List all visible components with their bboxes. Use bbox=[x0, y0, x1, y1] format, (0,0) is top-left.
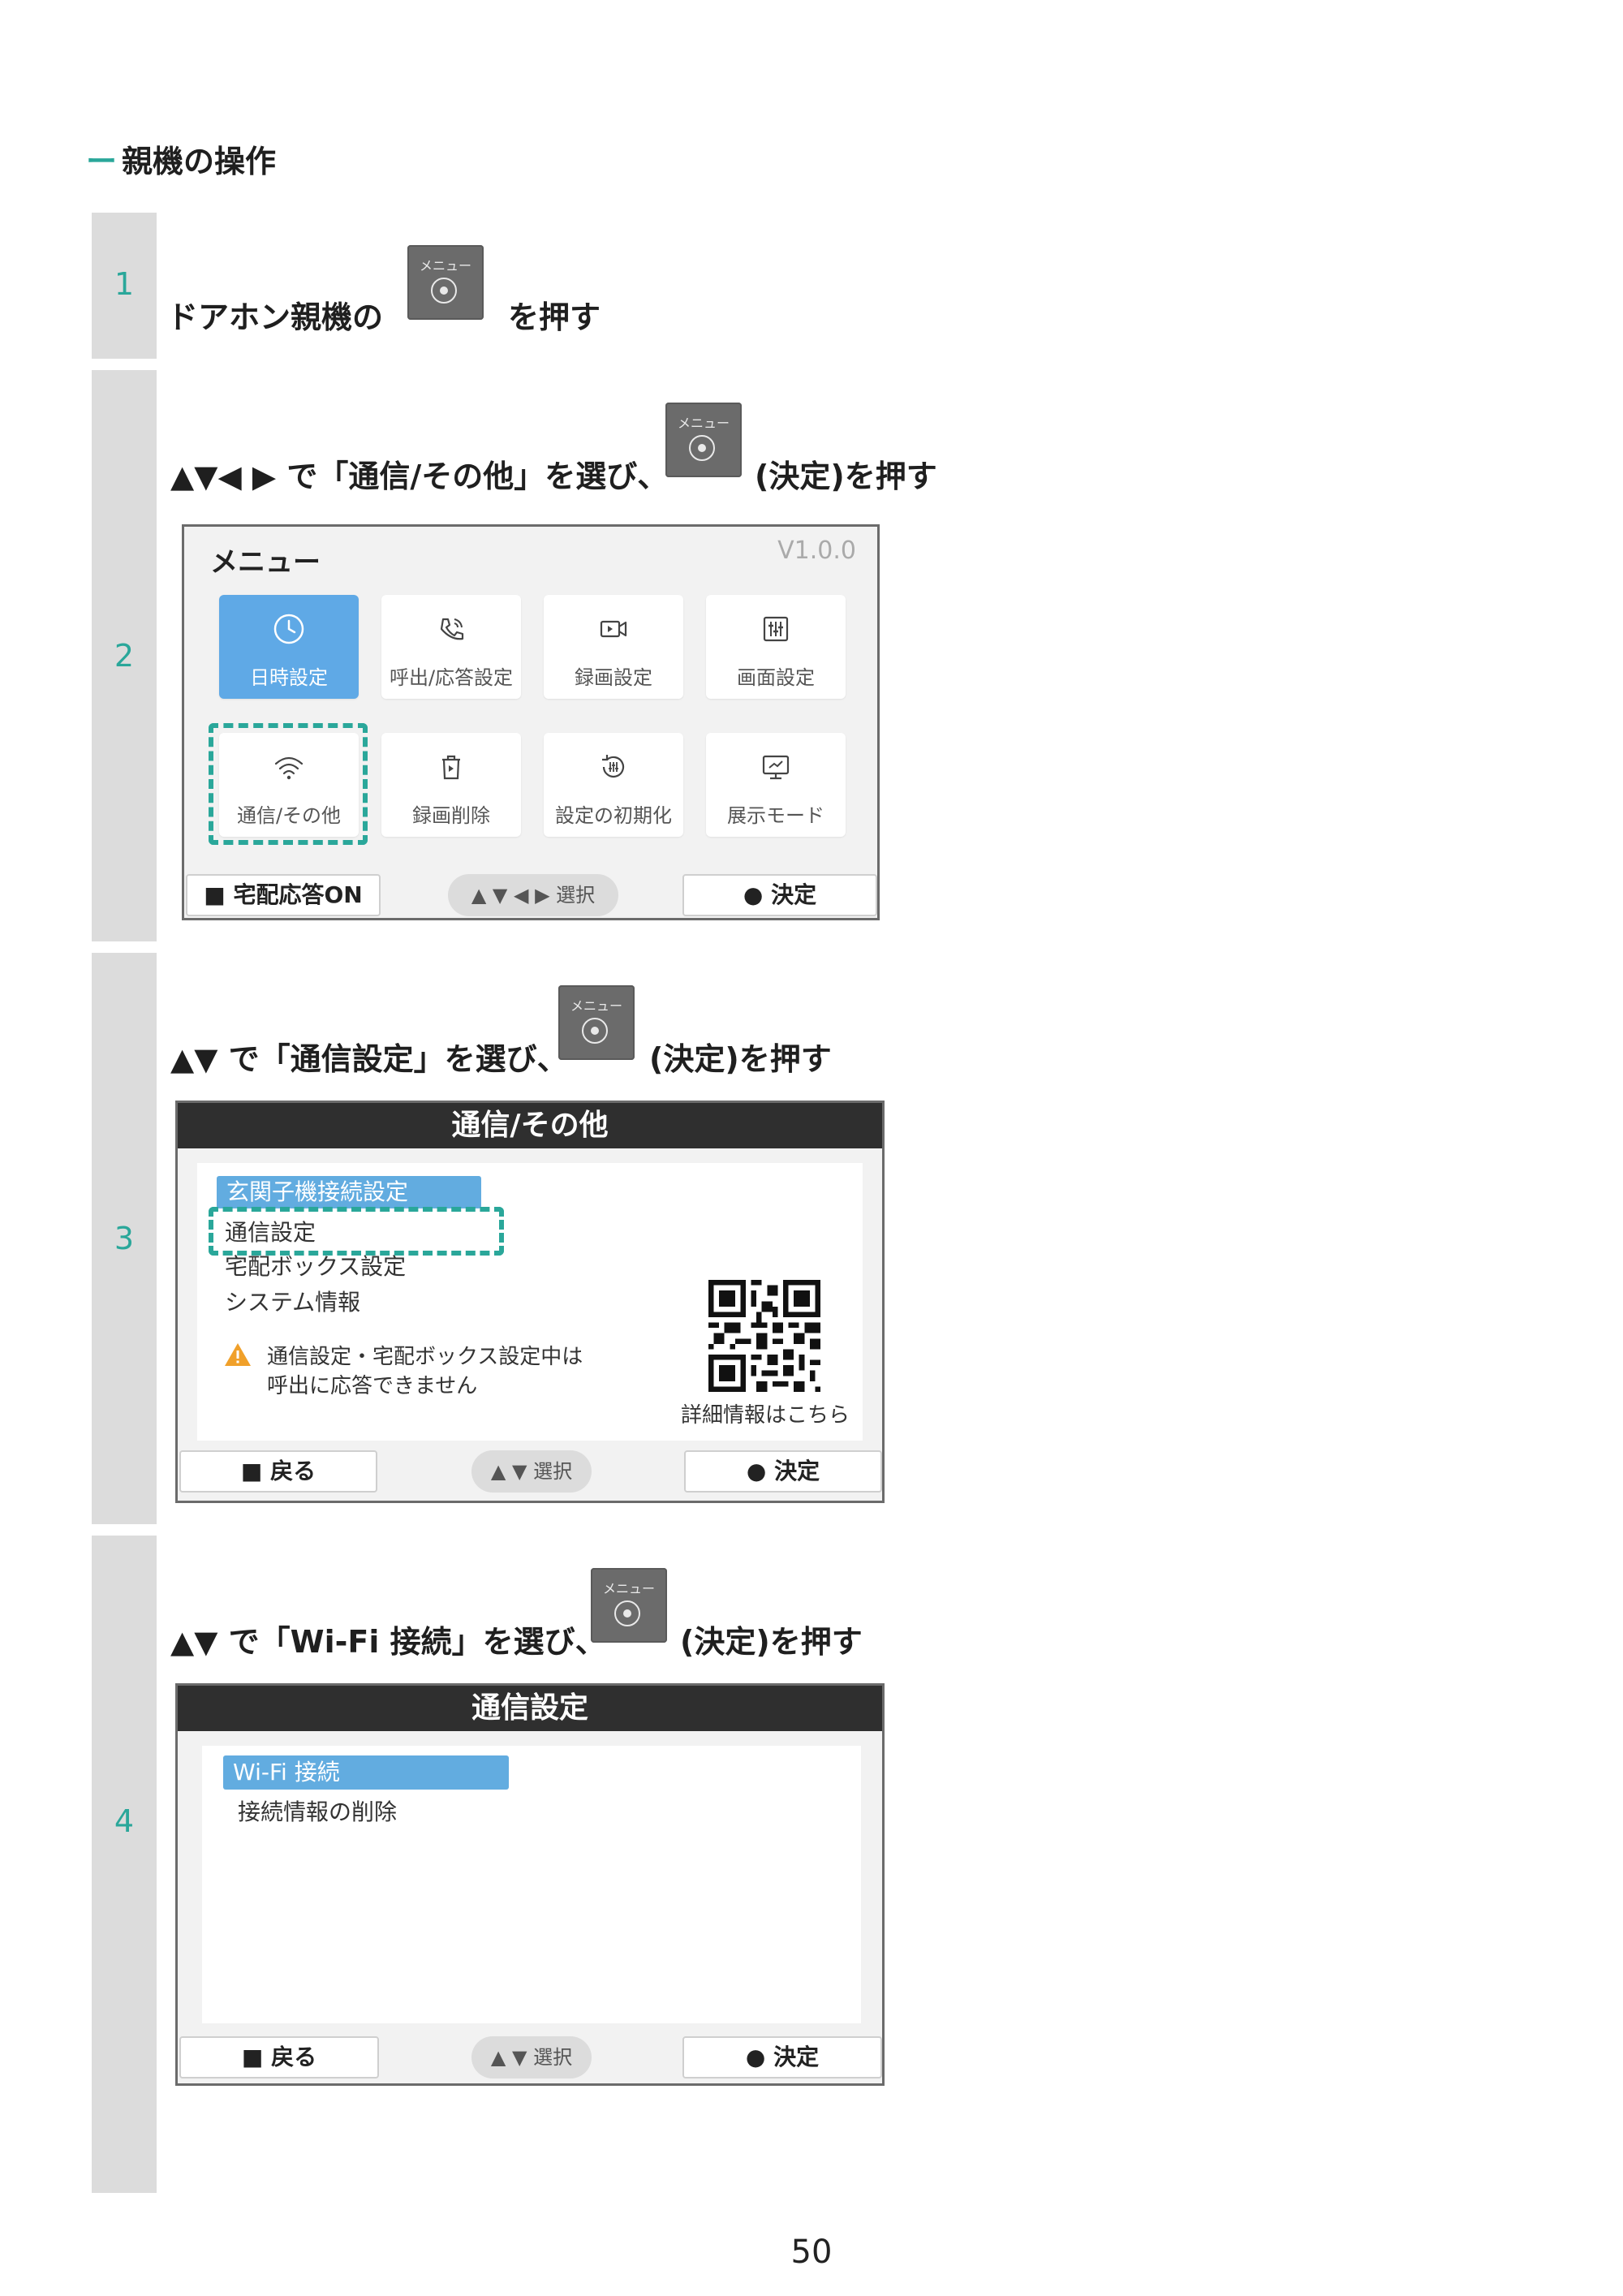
reset-icon bbox=[602, 755, 625, 778]
qr-caption: 詳細情報はこちら bbox=[681, 1403, 850, 1428]
menu-button-ring bbox=[431, 278, 457, 304]
menu-screen: メニュー V1.0.0 日時設定 呼出/応答設定 録画設定 画面設定 通信/その… bbox=[182, 524, 880, 920]
step-3-text-after: (決定)を押す bbox=[649, 1041, 832, 1077]
screen-title: 通信設定 bbox=[178, 1686, 882, 1731]
left-soft-key[interactable]: ■ 宅配応答ON bbox=[186, 874, 381, 916]
tile-label: 画面設定 bbox=[737, 666, 815, 689]
tile-datetime[interactable]: 日時設定 bbox=[219, 595, 359, 699]
tile-label: 呼出/応答設定 bbox=[389, 666, 514, 689]
step-number-4: 4 bbox=[114, 1803, 135, 1839]
step-number-1: 1 bbox=[114, 266, 135, 302]
tile-label: 設定の初期化 bbox=[555, 804, 672, 827]
menu-button-label: メニュー bbox=[602, 1581, 655, 1596]
list-item[interactable]: システム情報 bbox=[225, 1285, 360, 1317]
step-3-text-before: ▲▼ で「通信設定」を選び、 bbox=[170, 1041, 568, 1077]
tile-label: 録画削除 bbox=[412, 804, 490, 827]
section-title: 親機の操作 bbox=[122, 144, 277, 179]
menu-button-label: メニュー bbox=[570, 998, 622, 1014]
tile-delete-recording[interactable]: 録画削除 bbox=[381, 733, 521, 837]
menu-button-ring bbox=[582, 1018, 608, 1044]
confirm-soft-key[interactable]: ● 決定 bbox=[684, 1450, 882, 1493]
page-number: 50 bbox=[790, 2234, 833, 2271]
confirm-soft-key[interactable]: ● 決定 bbox=[682, 874, 877, 916]
communication-settings-screen: 通信設定 Wi-Fi 接続 接続情報の削除 ■ 戻る ▲ ▼ 選択 ● 決定 bbox=[175, 1683, 885, 2086]
menu-button-icon: メニュー bbox=[591, 1568, 667, 1643]
screen-title: 通信/その他 bbox=[178, 1103, 882, 1148]
version-label: V1.0.0 bbox=[777, 536, 856, 565]
warning-line-2: 呼出に応答できません bbox=[267, 1374, 478, 1398]
menu-button-ring bbox=[689, 435, 715, 461]
highlight-box bbox=[209, 723, 368, 845]
menu-button-label: メニュー bbox=[419, 258, 471, 274]
step-2-text-before: ▲▼◀ ▶ で「通信/その他」を選び、 bbox=[170, 459, 669, 494]
list-item[interactable]: Wi-Fi 接続 bbox=[223, 1755, 509, 1790]
list-item[interactable]: 玄関子機接続設定 bbox=[217, 1176, 481, 1208]
heading-dash: ー bbox=[86, 144, 118, 179]
communication-screen: 通信/その他 玄関子機接続設定 通信設定 宅配ボックス設定 システム情報 通信設… bbox=[175, 1101, 885, 1503]
select-soft-key[interactable]: ▲ ▼ ◀ ▶ 選択 bbox=[448, 874, 618, 916]
select-soft-key[interactable]: ▲ ▼ 選択 bbox=[471, 1450, 592, 1493]
qr-code-icon bbox=[708, 1280, 820, 1392]
video-camera-icon bbox=[600, 620, 627, 638]
content-panel: 玄関子機接続設定 通信設定 宅配ボックス設定 システム情報 通信設定・宅配ボック… bbox=[197, 1163, 863, 1441]
menu-button-icon: メニュー bbox=[407, 245, 484, 320]
warning-line-1: 通信設定・宅配ボックス設定中は bbox=[267, 1345, 583, 1369]
screen-title: メニュー bbox=[210, 546, 321, 579]
step-number-3: 3 bbox=[114, 1221, 135, 1256]
back-soft-key[interactable]: ■ 戻る bbox=[179, 2036, 379, 2078]
warning-icon bbox=[225, 1343, 251, 1366]
back-soft-key[interactable]: ■ 戻る bbox=[179, 1450, 377, 1493]
step-4-text-after: (決定)を押す bbox=[680, 1624, 863, 1660]
menu-button-icon: メニュー bbox=[558, 985, 635, 1060]
step-1-text-after: を押す bbox=[508, 299, 601, 335]
step-4-text-before: ▲▼ で「Wi-Fi 接続」を選び、 bbox=[170, 1624, 606, 1660]
tile-label: 展示モード bbox=[727, 804, 824, 827]
tile-label: 日時設定 bbox=[250, 666, 328, 689]
content-panel: Wi-Fi 接続 接続情報の削除 bbox=[202, 1746, 861, 2023]
highlight-box bbox=[209, 1207, 504, 1256]
confirm-soft-key[interactable]: ● 決定 bbox=[682, 2036, 882, 2078]
menu-button-ring bbox=[614, 1600, 640, 1626]
menu-button-label: メニュー bbox=[677, 416, 730, 431]
tile-display-mode[interactable]: 展示モード bbox=[706, 733, 846, 837]
tile-recording-settings[interactable]: 録画設定 bbox=[544, 595, 683, 699]
list-item[interactable]: 接続情報の削除 bbox=[238, 1794, 397, 1827]
trash-icon bbox=[442, 755, 460, 780]
phone-icon bbox=[440, 618, 464, 640]
tile-label: 録画設定 bbox=[575, 666, 652, 689]
step-number-2: 2 bbox=[114, 638, 135, 674]
display-icon bbox=[762, 755, 790, 780]
step-2-text-after: (決定)を押す bbox=[755, 459, 937, 494]
menu-button-icon: メニュー bbox=[665, 403, 742, 477]
tile-call-settings[interactable]: 呼出/応答設定 bbox=[381, 595, 521, 699]
tile-reset-settings[interactable]: 設定の初期化 bbox=[544, 733, 683, 837]
select-soft-key[interactable]: ▲ ▼ 選択 bbox=[471, 2036, 592, 2078]
section-heading: ー親機の操作 bbox=[86, 136, 276, 181]
step-1-text-before: ドアホン親機の bbox=[167, 299, 384, 335]
clock-icon bbox=[273, 614, 304, 644]
step-bar-4 bbox=[92, 1536, 157, 2193]
tile-screen-settings[interactable]: 画面設定 bbox=[706, 595, 846, 699]
sliders-icon bbox=[763, 616, 789, 642]
